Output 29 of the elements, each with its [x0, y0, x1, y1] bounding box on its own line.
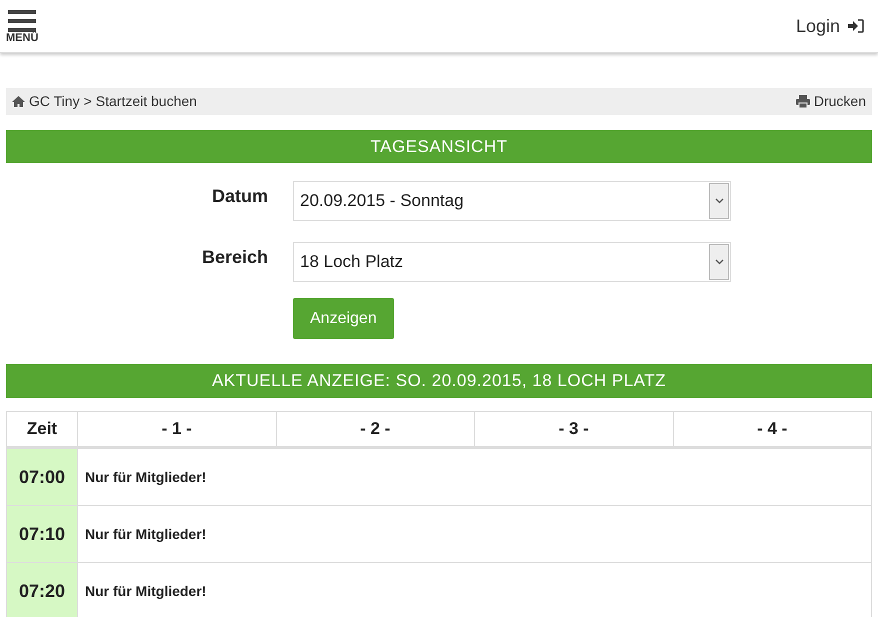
menu-icon — [8, 8, 36, 32]
chevron-down-icon — [714, 259, 724, 265]
select-field[interactable]: 18 Loch Platz — [293, 242, 731, 282]
note-cell: Nur für Mitglieder! — [77, 449, 871, 505]
note-cell: Nur für Mitglieder! — [77, 563, 871, 617]
chevron-down-icon — [714, 198, 724, 204]
login-button[interactable]: Login — [796, 12, 872, 40]
column-header: - 1 - — [77, 412, 276, 446]
section-header: TAGESANSICHT — [6, 130, 872, 163]
select-field[interactable]: 20.09.2015 - Sonntag — [293, 181, 731, 221]
menu-button[interactable]: MENÜ — [6, 8, 38, 44]
print-button[interactable]: Drucken — [796, 91, 866, 112]
field-label: Bereich — [200, 246, 268, 269]
section-header: AKTUELLE ANZEIGE: SO. 20.09.2015, 18 LOCH PLATZ — [6, 364, 872, 398]
breadcrumb-separator: > — [84, 92, 92, 111]
time-cell: 07:20 — [7, 563, 77, 617]
time-cell: 07:10 — [7, 506, 77, 562]
breadcrumb-link[interactable]: GC Tiny — [29, 91, 80, 112]
home-icon — [12, 96, 25, 107]
column-header: - 3 - — [474, 412, 672, 446]
column-header: - 4 - — [672, 412, 871, 446]
login-icon — [848, 19, 864, 33]
field-label: Datum — [210, 185, 268, 208]
column-header: Zeit — [26, 418, 58, 440]
breadcrumb-link[interactable]: Startzeit buchen — [96, 91, 197, 112]
printer-icon — [796, 95, 810, 108]
time-cell: 07:00 — [7, 449, 77, 505]
column-header: - 2 - — [276, 412, 474, 446]
note-cell: Nur für Mitglieder! — [77, 506, 871, 562]
